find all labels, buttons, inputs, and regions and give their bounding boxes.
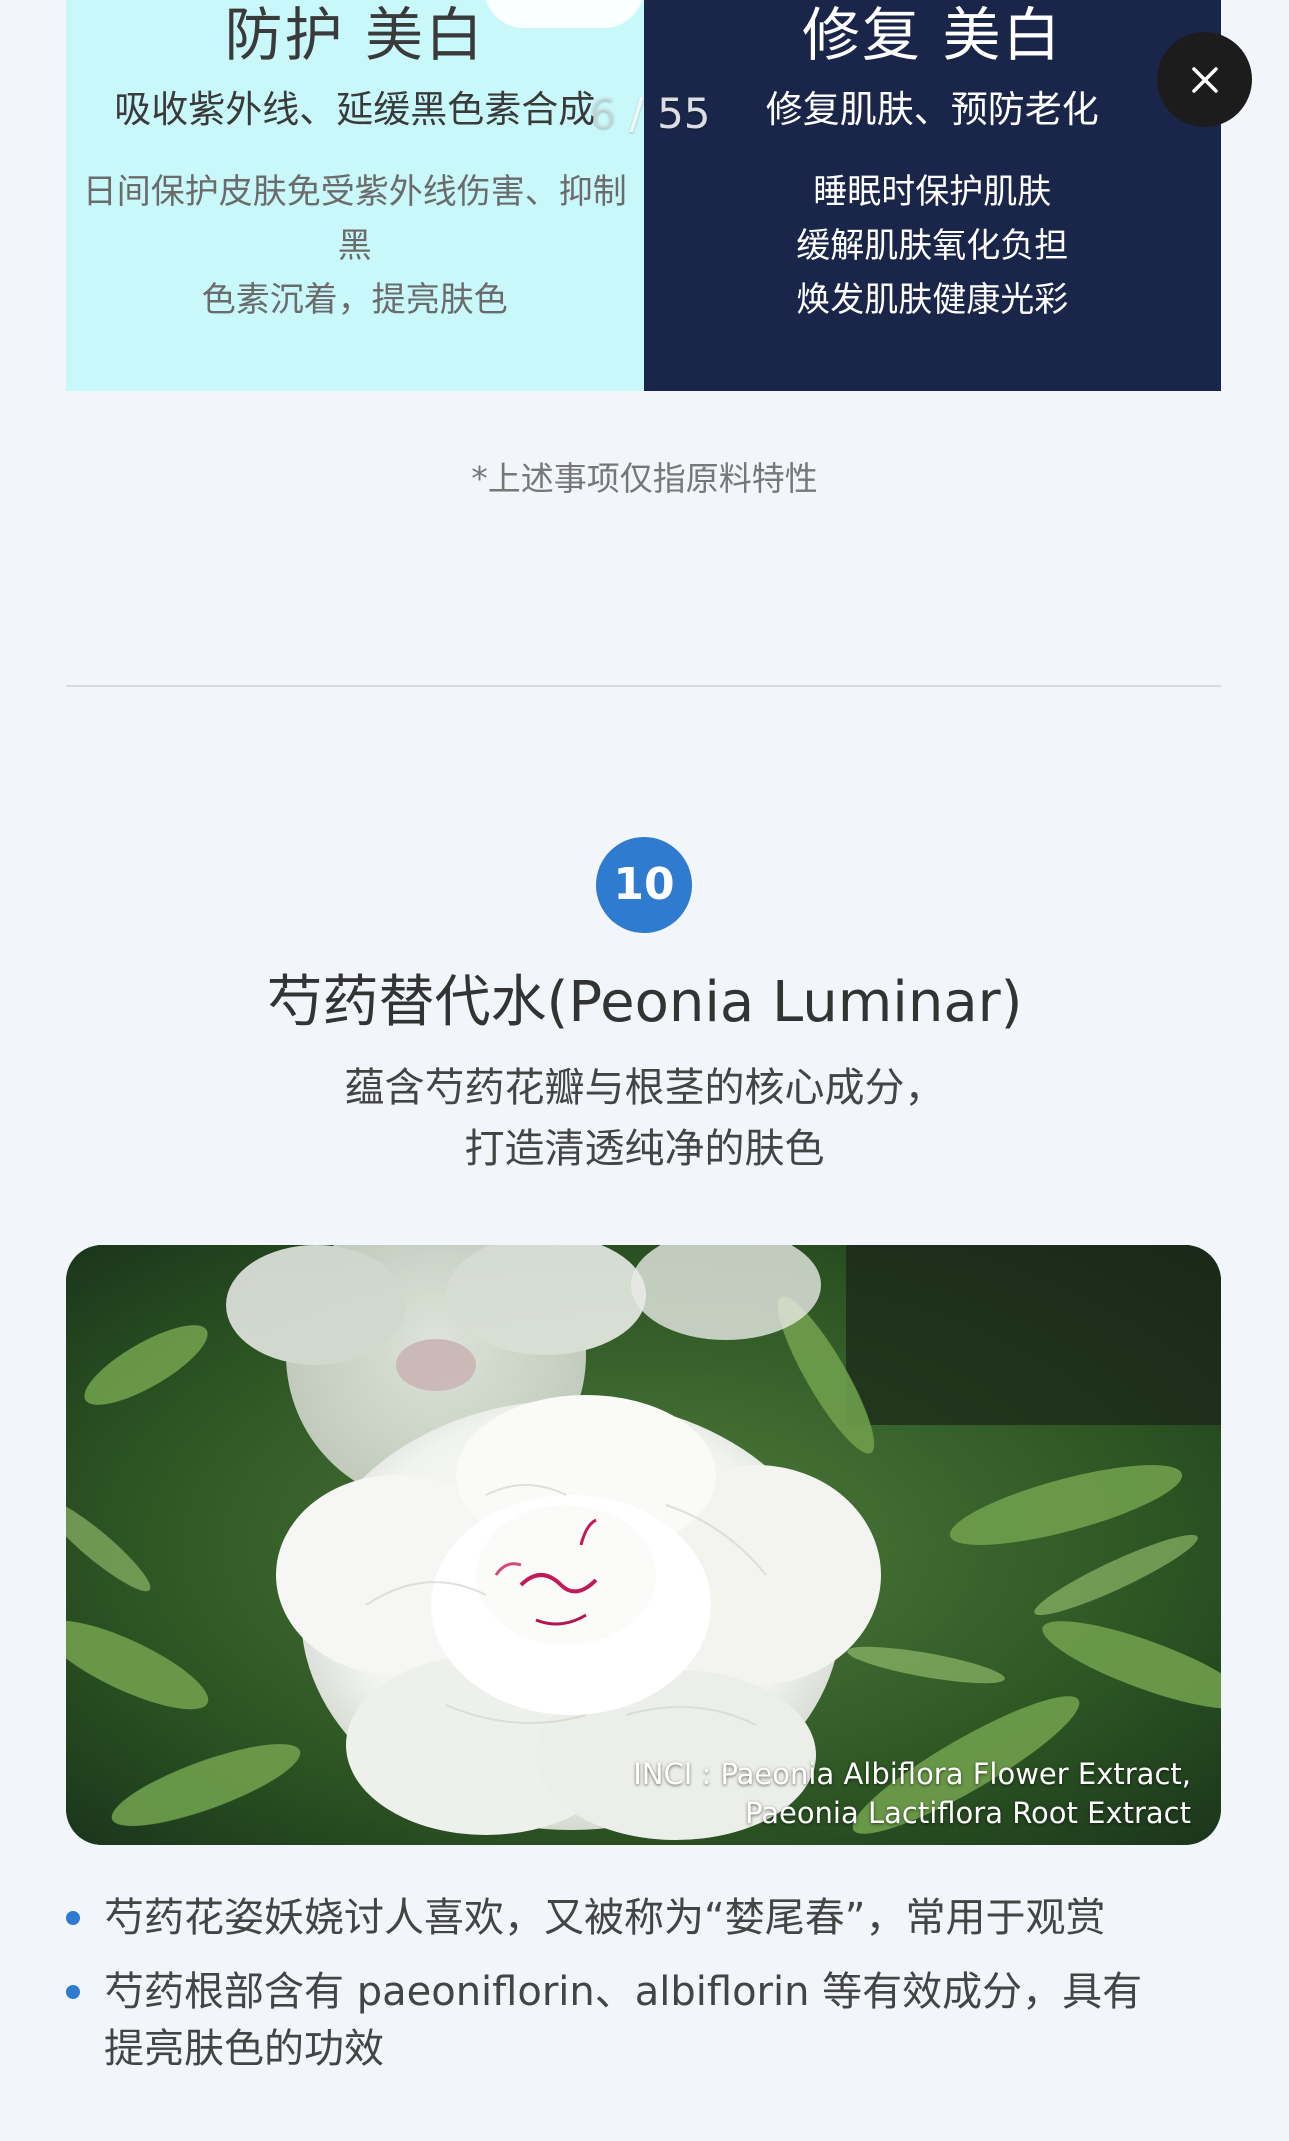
photo-caption: INCI : Paeonia Albiflora Flower Extract,… <box>633 1755 1191 1833</box>
panel-subtitle: 吸收紫外线、延缓黑色素合成 <box>114 88 596 131</box>
photo-caption-line: Paeonia Lactiflora Root Extract <box>745 1796 1191 1830</box>
ingredient-number-badge: 10 <box>596 837 692 933</box>
panel-repair-whitening: 修复 美白 修复肌肤、预防老化 睡眠时保护肌肤 缓解肌肤氧化负担 焕发肌肤健康光… <box>643 0 1222 391</box>
list-item: 芍药根部含有 paeoniflorin、albiflorin 等有效成分，具有 … <box>66 1964 1221 2078</box>
panel-description-line: 焕发肌肤健康光彩 <box>796 280 1069 320</box>
list-item-text: 芍药花姿妖娆讨人喜欢，又被称为“婪尾春”，常用于观赏 <box>104 1895 1106 1941</box>
list-item-text: 提亮肤色的功效 <box>104 2026 384 2072</box>
page-indicator: 6 / 55 <box>570 88 730 140</box>
peony-photo: INCI : Paeonia Albiflora Flower Extract,… <box>66 1245 1221 1845</box>
panel-protect-whitening: 防护 美白 吸收紫外线、延缓黑色素合成 日间保护皮肤免受紫外线伤害、抑制黑 色素… <box>66 0 644 391</box>
panel-title: 防护 美白 <box>224 1 485 69</box>
section-divider <box>66 685 1221 687</box>
panel-description-line: 睡眠时保护肌肤 <box>813 172 1052 212</box>
comparison-panels: 防护 美白 吸收紫外线、延缓黑色素合成 日间保护皮肤免受紫外线伤害、抑制黑 色素… <box>66 0 1221 391</box>
footnote: *上述事项仅指原料特性 <box>471 459 818 498</box>
panel-description: 日间保护皮肤免受紫外线伤害、抑制黑 色素沉着，提亮肤色 <box>66 165 644 327</box>
photo-caption-line: INCI : Paeonia Albiflora Flower Extract, <box>633 1757 1191 1791</box>
close-icon <box>1191 66 1218 93</box>
total-pages: 55 <box>657 89 711 138</box>
panel-subtitle: 修复肌肤、预防老化 <box>765 88 1099 131</box>
ingredient-title: 芍药替代水(Peonia Luminar) <box>266 970 1023 1035</box>
current-page: 6 <box>589 89 617 138</box>
list-item: 芍药花姿妖娆讨人喜欢，又被称为“婪尾春”，常用于观赏 <box>66 1890 1221 1947</box>
panel-description-line: 日间保护皮肤免受紫外线伤害、抑制黑 <box>82 172 627 266</box>
ingredient-description-line: 打造清透纯净的肤色 <box>464 1126 825 1172</box>
ingredient-description: 蕴含芍药花瓣与根茎的核心成分， 打造清透纯净的肤色 <box>0 1058 1289 1180</box>
bullet-dot-icon <box>66 1985 80 1999</box>
list-item-text: 芍药根部含有 paeoniflorin、albiflorin 等有效成分，具有 <box>104 1969 1143 2015</box>
panel-title: 修复 美白 <box>802 1 1063 69</box>
panel-description: 睡眠时保护肌肤 缓解肌肤氧化负担 焕发肌肤健康光彩 <box>644 165 1222 327</box>
panel-description-line: 缓解肌肤氧化负担 <box>796 226 1069 266</box>
bullet-dot-icon <box>66 1911 80 1925</box>
panel-description-line: 色素沉着，提亮肤色 <box>201 280 508 320</box>
close-button[interactable] <box>1157 32 1252 127</box>
page-separator: / <box>616 89 658 138</box>
ingredient-description-line: 蕴含芍药花瓣与根茎的核心成分， <box>344 1065 945 1111</box>
benefit-list: 芍药花姿妖娆讨人喜欢，又被称为“婪尾春”，常用于观赏 芍药根部含有 paeoni… <box>66 1890 1221 2095</box>
